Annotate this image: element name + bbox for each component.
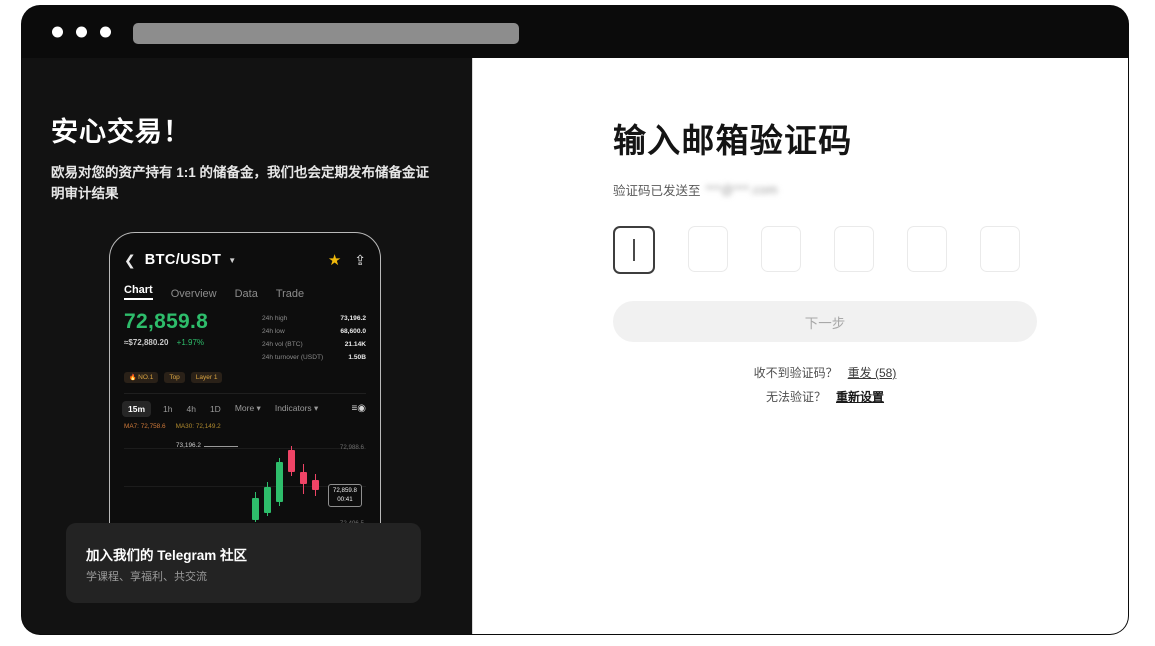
trading-pair-label[interactable]: BTC/USDT bbox=[145, 252, 222, 268]
promo-headline: 安心交易！ bbox=[51, 117, 191, 147]
close-icon[interactable] bbox=[52, 26, 63, 38]
stat-row: 24h low 68,600.0 bbox=[262, 326, 366, 339]
resend-prefix: 收不到验证码？ bbox=[753, 366, 838, 380]
price-summary: 72,859.8 ≈$72,880.20 +1.97% 24h high 73,… bbox=[124, 311, 366, 364]
candle-bullish bbox=[276, 458, 283, 507]
chevron-left-icon[interactable]: ❮ bbox=[124, 253, 136, 267]
page-content: 安心交易！ 欧易对您的资产持有 1:1 的储备金，我们也会定期发布储备金证明审计… bbox=[22, 58, 1128, 634]
chevron-down-icon[interactable]: ▼ bbox=[228, 256, 236, 265]
market-stats: 24h high 73,196.2 24h low 68,600.0 24h v… bbox=[254, 311, 366, 364]
price-marker: 72,859.8 00:41 bbox=[327, 484, 362, 508]
tag-no1: NO.1 bbox=[124, 372, 159, 384]
phone-header: ❮ BTC/USDT ▼ ★ ⇪ bbox=[124, 249, 366, 271]
marker-time: 00:41 bbox=[337, 495, 353, 503]
chart-settings-icon[interactable]: ≡◉ bbox=[351, 403, 366, 414]
next-step-button[interactable]: 下一步 bbox=[613, 301, 1037, 342]
helper-links: 收不到验证码？ 重发 (58) 无法验证？ 重新设置 bbox=[613, 361, 1037, 409]
candle-bearish bbox=[300, 464, 307, 495]
ma30-label: MA30: 72,149.2 bbox=[175, 423, 221, 431]
timeframe-1h[interactable]: 1h bbox=[163, 404, 172, 414]
gridline bbox=[124, 448, 366, 450]
stat-row: 24h turnover (USDT) 1.50B bbox=[262, 352, 366, 365]
traffic-light-buttons bbox=[52, 26, 111, 38]
otp-input-5[interactable] bbox=[907, 226, 947, 272]
candle-bullish bbox=[252, 492, 259, 523]
ma7-label: MA7: 72,758.6 bbox=[124, 423, 166, 431]
stat-value: 68,600.0 bbox=[340, 327, 366, 335]
telegram-community-card[interactable]: 加入我们的 Telegram 社区 学课程、享福利、共交流 bbox=[66, 523, 421, 603]
otp-input-group bbox=[613, 226, 1037, 274]
screenshot-root: 安心交易！ 欧易对您的资产持有 1:1 的储备金，我们也会定期发布储备金证明审计… bbox=[0, 0, 1155, 646]
moving-average-legend: MA7: 72,758.6 MA30: 72,149.2 bbox=[124, 423, 366, 430]
verification-form: 输入邮箱验证码 验证码已发送至 ***@***.com 下一步 收不到验证码？ … bbox=[613, 114, 1037, 409]
candle-bullish bbox=[264, 482, 271, 517]
page-title: 输入邮箱验证码 bbox=[613, 122, 853, 159]
stat-row: 24h vol (BTC) 21.14K bbox=[262, 339, 366, 352]
tag-layer1: Layer 1 bbox=[190, 372, 223, 384]
resend-code-link[interactable]: 重发 (58) bbox=[848, 366, 897, 380]
price-usd: ≈$72,880.20 bbox=[124, 338, 169, 347]
share-icon[interactable]: ⇪ bbox=[354, 252, 366, 269]
phone-tabs: Chart Overview Data Trade bbox=[124, 284, 366, 300]
tab-data[interactable]: Data bbox=[235, 288, 258, 300]
tab-trade[interactable]: Trade bbox=[276, 288, 304, 300]
otp-input-6[interactable] bbox=[980, 226, 1020, 272]
masked-email: ***@***.com bbox=[705, 182, 778, 197]
stat-value: 21.14K bbox=[344, 340, 366, 348]
price-sub: ≈$72,880.20 +1.97% bbox=[124, 338, 254, 347]
timeframe-1d[interactable]: 1D bbox=[210, 404, 221, 414]
candle-bearish bbox=[288, 446, 295, 477]
telegram-card-title: 加入我们的 Telegram 社区 bbox=[86, 548, 248, 563]
stat-key: 24h low bbox=[262, 327, 285, 335]
browser-window: 安心交易！ 欧易对您的资产持有 1:1 的储备金，我们也会定期发布储备金证明审计… bbox=[22, 6, 1128, 634]
otp-input-2[interactable] bbox=[688, 226, 728, 272]
reset-row: 无法验证？ 重新设置 bbox=[613, 385, 1037, 409]
reset-settings-link[interactable]: 重新设置 bbox=[836, 390, 884, 404]
stat-key: 24h turnover (USDT) bbox=[262, 353, 324, 361]
axis-label-top: 72,988.6 bbox=[339, 444, 364, 452]
sent-to-prefix: 验证码已发送至 bbox=[613, 184, 701, 198]
tab-overview[interactable]: Overview bbox=[171, 288, 217, 300]
candle-bearish bbox=[312, 474, 319, 497]
timeframe-15m[interactable]: 15m bbox=[122, 400, 152, 417]
stat-value: 1.50B bbox=[348, 353, 366, 361]
price-change: +1.97% bbox=[176, 338, 205, 347]
reset-prefix: 无法验证？ bbox=[765, 390, 826, 404]
token-tags: NO.1 Top Layer 1 bbox=[124, 372, 366, 384]
verification-panel: 输入邮箱验证码 验证码已发送至 ***@***.com 下一步 收不到验证码？ … bbox=[472, 58, 1128, 634]
stat-value: 73,196.2 bbox=[340, 315, 366, 322]
resend-row: 收不到验证码？ 重发 (58) bbox=[613, 361, 1037, 385]
promo-panel: 安心交易！ 欧易对您的资产持有 1:1 的储备金，我们也会定期发布储备金证明审计… bbox=[22, 58, 472, 634]
chart-toolbar: 15m 1h 4h 1D More ▾ Indicators ▾ ≡◉ bbox=[122, 393, 366, 417]
address-bar[interactable] bbox=[133, 23, 519, 44]
promo-text-block: 安心交易！ 欧易对您的资产持有 1:1 的储备金，我们也会定期发布储备金证明审计… bbox=[51, 110, 433, 205]
minimize-icon[interactable] bbox=[76, 26, 87, 38]
telegram-card-subtitle: 学课程、享福利、共交流 bbox=[86, 571, 207, 583]
timeframe-4h[interactable]: 4h bbox=[186, 404, 195, 414]
chart-high-annotation: 73,196.2 bbox=[176, 442, 238, 450]
maximize-icon[interactable] bbox=[100, 26, 111, 38]
otp-input-1[interactable] bbox=[613, 226, 655, 274]
timeframe-more[interactable]: More ▾ bbox=[235, 403, 261, 414]
candlestick-chart: 72,988.6 72,496.5 73,196.2 bbox=[124, 434, 366, 533]
stat-row: 24h high 73,196.2 bbox=[262, 313, 366, 326]
star-icon[interactable]: ★ bbox=[328, 251, 341, 269]
otp-input-4[interactable] bbox=[834, 226, 874, 272]
otp-input-3[interactable] bbox=[761, 226, 801, 272]
stat-key: 24h vol (BTC) bbox=[262, 340, 303, 348]
indicators-dropdown[interactable]: Indicators ▾ bbox=[275, 403, 318, 414]
price-block: 72,859.8 ≈$72,880.20 +1.97% bbox=[124, 311, 254, 364]
promo-body: 欧易对您的资产持有 1:1 的储备金，我们也会定期发布储备金证明审计结果 bbox=[51, 165, 430, 201]
sent-to-text: 验证码已发送至 ***@***.com bbox=[613, 180, 1037, 199]
last-price: 72,859.8 bbox=[124, 310, 209, 333]
text-cursor bbox=[633, 239, 635, 261]
marker-price: 72,859.8 bbox=[332, 487, 357, 495]
browser-titlebar bbox=[22, 6, 1128, 58]
stat-key: 24h high bbox=[262, 315, 288, 322]
phone-mockup: ❮ BTC/USDT ▼ ★ ⇪ Chart Overview Data Tra… bbox=[109, 232, 381, 534]
tab-chart[interactable]: Chart bbox=[124, 284, 153, 300]
tag-top: Top bbox=[164, 372, 185, 384]
phone-screen: ❮ BTC/USDT ▼ ★ ⇪ Chart Overview Data Tra… bbox=[110, 233, 380, 533]
